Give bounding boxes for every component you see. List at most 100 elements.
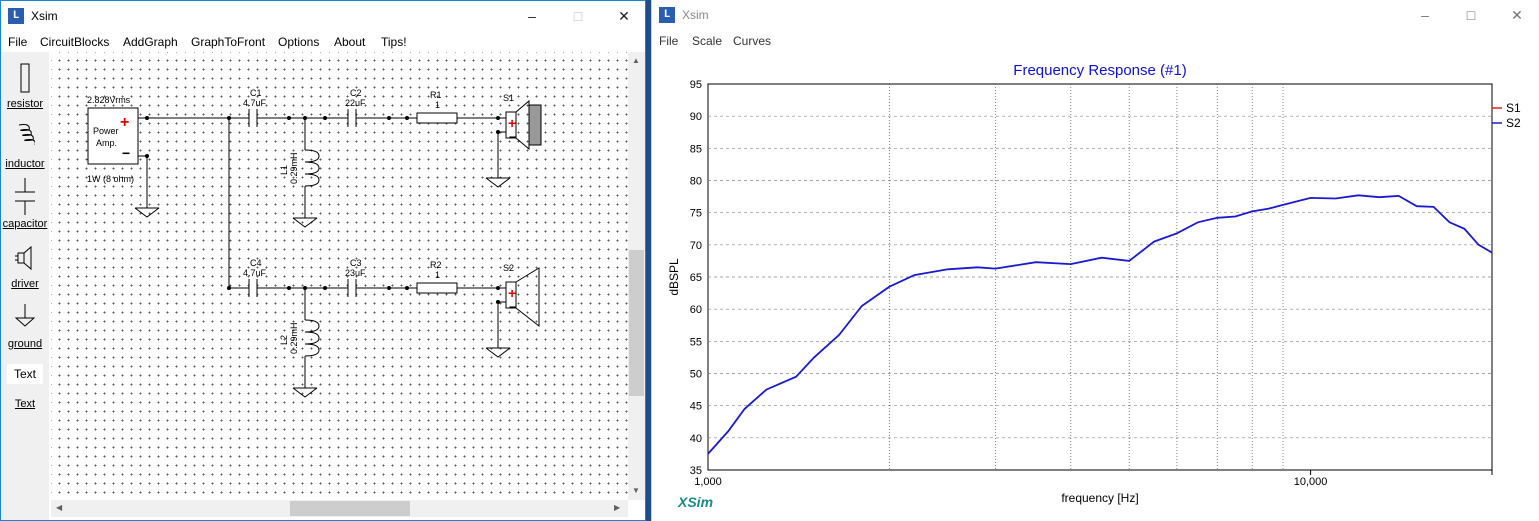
c1-name: C1 (250, 88, 262, 98)
c2-value: 22uF (345, 98, 366, 108)
y-tick-label: 90 (690, 111, 702, 123)
tool-label: inductor (5, 158, 45, 170)
vertical-scrollbar[interactable]: ▲ ▼ (628, 52, 645, 500)
resistor-icon (20, 63, 30, 93)
svg-text:−: − (122, 145, 130, 161)
svg-text:+: + (508, 285, 516, 301)
l2-name: L2 (279, 335, 289, 345)
window-title: Xsim (682, 8, 709, 22)
maximize-button[interactable]: □ (1448, 0, 1494, 31)
horizontal-scroll-thumb[interactable] (290, 501, 410, 516)
menu-options[interactable]: Options (278, 35, 319, 49)
driver-icon (15, 245, 32, 271)
minimize-button[interactable]: – (1402, 0, 1448, 31)
c3-value: 23uF (345, 268, 366, 278)
menu-circuitblocks[interactable]: CircuitBlocks (40, 35, 109, 49)
legend-label: S1 (1506, 101, 1521, 115)
tool-driver[interactable]: driver (1, 238, 49, 298)
c4-name: C4 (250, 258, 262, 268)
y-tick-label: 50 (690, 369, 702, 381)
schematic-window: L Xsim – □ ✕ File CircuitBlocks AddGraph… (0, 0, 646, 521)
schematic-canvas[interactable]: + − + − + − 2.828Vrms Power Amp. 1W (8 o… (51, 52, 628, 500)
tool-label: resistor (6, 98, 44, 110)
l1-value: 0.29mH (289, 152, 299, 184)
menu-bar: File Scale Curves (652, 31, 1539, 51)
svg-text:−: − (509, 130, 516, 144)
y-tick-label: 55 (690, 336, 702, 348)
y-tick-label: 45 (690, 401, 702, 413)
tool-ground[interactable]: ground (1, 298, 49, 358)
scroll-down-icon[interactable]: ▼ (632, 486, 640, 495)
scroll-left-icon[interactable]: ◀ (56, 503, 62, 512)
c1-value: 4.7uF (243, 98, 267, 108)
menu-curves[interactable]: Curves (733, 34, 771, 48)
scroll-right-icon[interactable]: ▶ (614, 503, 620, 512)
c4-value: 4.7uF (243, 268, 267, 278)
y-tick-label: 95 (690, 79, 702, 91)
horizontal-scrollbar[interactable]: ◀ ▶ (51, 500, 628, 517)
l1-name: L1 (279, 165, 289, 175)
app-icon: L (8, 8, 24, 24)
ground-icon (15, 304, 35, 327)
y-tick-label: 70 (690, 240, 702, 252)
menu-file[interactable]: File (8, 35, 27, 49)
maximize-button[interactable]: □ (555, 1, 601, 32)
menu-scale[interactable]: Scale (692, 34, 722, 48)
plot-area[interactable]: 35 40 45 50 55 60 65 70 75 80 85 90 95 1,000 10,000 Fre… (652, 51, 1539, 521)
r2-value: 1 (435, 270, 440, 280)
tool-label: Text (14, 398, 36, 410)
tool-resistor[interactable]: resistor (1, 58, 49, 118)
y-tick-label: 85 (690, 143, 702, 155)
amp-label: Power (93, 126, 119, 136)
y-tick-label: 75 (690, 208, 702, 220)
title-bar[interactable]: L Xsim – □ ✕ (1, 1, 645, 32)
close-button[interactable]: ✕ (1494, 0, 1539, 31)
svg-text:+: + (508, 115, 516, 131)
capacitor-icon (15, 178, 35, 215)
title-bar[interactable]: L Xsim – □ ✕ (652, 0, 1539, 31)
x-tick-label: 1,000 (694, 476, 722, 488)
y-axis-label: dBSPL (667, 258, 681, 296)
r1-name: R1 (430, 90, 442, 100)
close-button[interactable]: ✕ (601, 1, 645, 32)
menu-tips[interactable]: Tips! (381, 35, 407, 49)
menu-graphtofront[interactable]: GraphToFront (191, 35, 265, 49)
c2-name: C2 (350, 88, 362, 98)
minimize-button[interactable]: – (509, 1, 555, 32)
tool-label: capacitor (2, 218, 48, 230)
menu-bar: File CircuitBlocks AddGraph GraphToFront… (1, 32, 645, 52)
y-tick-label: 80 (690, 176, 702, 188)
menu-addgraph[interactable]: AddGraph (123, 35, 178, 49)
chart-title: Frequency Response (#1) (1013, 62, 1186, 79)
r2-name: R2 (430, 260, 442, 270)
scroll-up-icon[interactable]: ▲ (632, 56, 640, 65)
y-tick-label: 60 (690, 304, 702, 316)
window-title: Xsim (31, 9, 58, 23)
text-icon: Text (7, 364, 43, 384)
tool-inductor[interactable]: inductor (1, 118, 49, 178)
vertical-scroll-thumb[interactable] (629, 250, 644, 396)
legend-label: S2 (1506, 116, 1521, 130)
menu-file[interactable]: File (659, 34, 678, 48)
xsim-watermark: XSim (677, 494, 713, 510)
svg-text:−: − (509, 300, 516, 314)
menu-about[interactable]: About (334, 35, 365, 49)
frequency-response-chart: 354045505560657075808590951,000 10,000Fre… (667, 62, 1521, 510)
tool-label: ground (7, 338, 43, 350)
tool-label: driver (11, 278, 39, 290)
y-tick-label: 40 (690, 433, 702, 445)
amp-label: Amp. (96, 138, 117, 148)
graph-window: L Xsim – □ ✕ File Scale Curves 35 40 45 50 5… (651, 0, 1539, 521)
amp-plus-mark: + (120, 114, 129, 131)
tool-text[interactable]: Text Text (1, 358, 49, 418)
amp-voltage: 2.828Vrms (87, 95, 131, 105)
c3-name: C3 (350, 258, 362, 268)
amp-power: 1W (8 ohm) (87, 174, 134, 184)
r1-value: 1 (435, 100, 440, 110)
s1-name: S1 (503, 93, 514, 103)
l2-value: 0.29mH (289, 322, 299, 354)
y-tick-label: 65 (690, 272, 702, 284)
x-axis-label: frequency [Hz] (1061, 491, 1138, 505)
tool-capacitor[interactable]: capacitor (1, 178, 49, 238)
app-icon: L (659, 7, 675, 23)
